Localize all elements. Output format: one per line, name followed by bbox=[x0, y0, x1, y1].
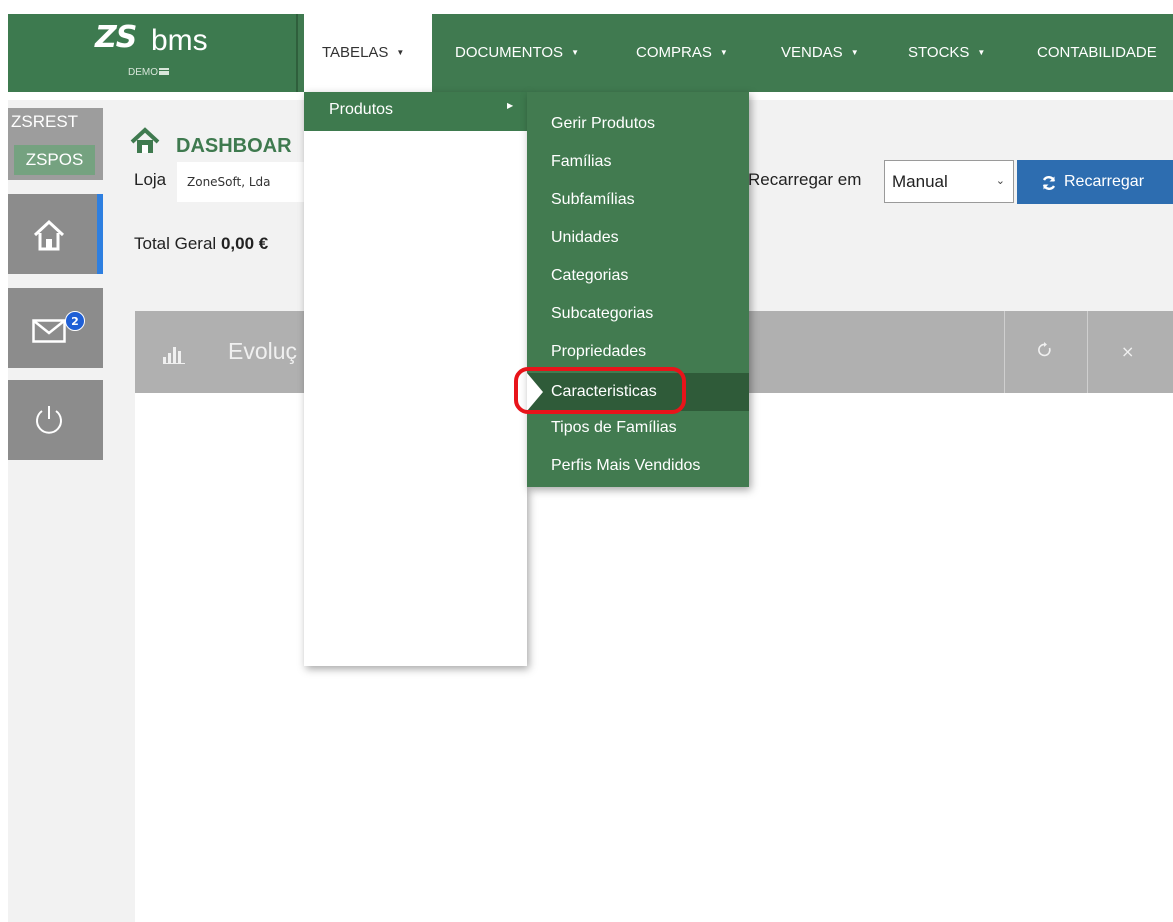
submenu-item-tipos-de-familias[interactable]: Tipos de Famílias bbox=[527, 409, 749, 447]
nav-documentos[interactable]: DOCUMENTOS ▼ bbox=[455, 14, 579, 92]
nav-stocks[interactable]: STOCKS ▼ bbox=[908, 14, 985, 92]
submenu-item-unidades[interactable]: Unidades bbox=[527, 219, 749, 257]
caret-down-icon: ▼ bbox=[719, 48, 728, 57]
submenu-arrow-icon: ▶ bbox=[507, 101, 514, 110]
caret-down-icon: ▼ bbox=[977, 48, 986, 57]
submenu-item-categorias[interactable]: Categorias bbox=[527, 257, 749, 295]
bar-chart-icon bbox=[163, 347, 185, 364]
total-value: 0,00 € bbox=[220, 234, 269, 253]
highlight-annotation bbox=[514, 367, 686, 414]
caret-down-icon: ▼ bbox=[396, 48, 405, 57]
power-icon bbox=[36, 406, 62, 434]
refresh-icon[interactable] bbox=[1037, 341, 1053, 359]
widget-title: Evoluç bbox=[228, 338, 298, 364]
total-summary: Total Geral 0,00 € bbox=[134, 234, 268, 254]
mail-icon bbox=[32, 319, 66, 343]
header-divider bbox=[1087, 311, 1088, 393]
total-label: Total Geral bbox=[134, 234, 217, 253]
close-icon[interactable]: × bbox=[1121, 342, 1134, 361]
tabelas-dropdown: Produtos ▶ bbox=[304, 92, 527, 666]
logo-area[interactable]: ZS bms DEMO bbox=[8, 14, 296, 92]
refresh-icon bbox=[1042, 176, 1056, 190]
navbar-divider bbox=[296, 14, 298, 92]
product-zspos[interactable]: ZSPOS bbox=[14, 145, 95, 175]
home-icon bbox=[33, 219, 65, 251]
hamburger-icon[interactable] bbox=[159, 68, 169, 75]
chevron-down-icon: ⌄ bbox=[995, 175, 1005, 187]
nav-tabelas[interactable]: TABELAS ▼ bbox=[304, 14, 432, 92]
top-navbar: ZS bms DEMO TABELAS ▼ DOCUMENTOS ▼ COMPRAS… bbox=[8, 14, 1173, 92]
menu-item-produtos[interactable]: Produtos ▶ bbox=[316, 92, 527, 131]
reload-button[interactable]: Recarregar bbox=[1017, 160, 1173, 204]
product-zsrest[interactable]: ZSREST bbox=[11, 112, 78, 132]
header-divider bbox=[1004, 311, 1005, 393]
logout-button[interactable] bbox=[8, 380, 103, 460]
store-selector[interactable]: ZoneSoft, Lda bbox=[177, 162, 307, 202]
reload-interval-select[interactable]: Manual ⌄ bbox=[884, 160, 1014, 203]
submenu-item-perfis-mais-vendidos[interactable]: Perfis Mais Vendidos bbox=[527, 447, 749, 485]
caret-down-icon: ▼ bbox=[571, 48, 579, 57]
store-label: Loja bbox=[134, 170, 167, 189]
nav-vendas[interactable]: VENDAS ▼ bbox=[781, 14, 859, 92]
messages-button[interactable]: 2 bbox=[8, 288, 103, 368]
product-switcher: ZSREST ZSPOS bbox=[8, 108, 103, 180]
caret-down-icon: ▼ bbox=[850, 48, 859, 57]
produtos-submenu: Gerir Produtos Famílias Subfamílias Unid… bbox=[527, 92, 749, 487]
reload-label: Recarregar em bbox=[748, 170, 862, 189]
home-icon bbox=[130, 127, 160, 153]
submenu-item-subcategorias[interactable]: Subcategorias bbox=[527, 295, 749, 333]
home-button[interactable] bbox=[8, 194, 103, 274]
logo-mark: ZS bbox=[95, 20, 137, 55]
edition-label[interactable]: DEMO bbox=[128, 67, 169, 78]
nav-contabilidade[interactable]: CONTABILIDADE bbox=[1037, 14, 1157, 92]
submenu-item-subfamilias[interactable]: Subfamílias bbox=[527, 181, 749, 219]
nav-compras[interactable]: COMPRAS ▼ bbox=[636, 14, 728, 92]
logo-name: bms bbox=[151, 24, 208, 57]
menu-item-produtos-accent bbox=[304, 92, 316, 131]
submenu-item-gerir-produtos[interactable]: Gerir Produtos bbox=[527, 105, 749, 143]
mail-count-badge: 2 bbox=[65, 311, 85, 331]
submenu-item-propriedades[interactable]: Propriedades bbox=[527, 333, 749, 371]
submenu-item-familias[interactable]: Famílias bbox=[527, 143, 749, 181]
